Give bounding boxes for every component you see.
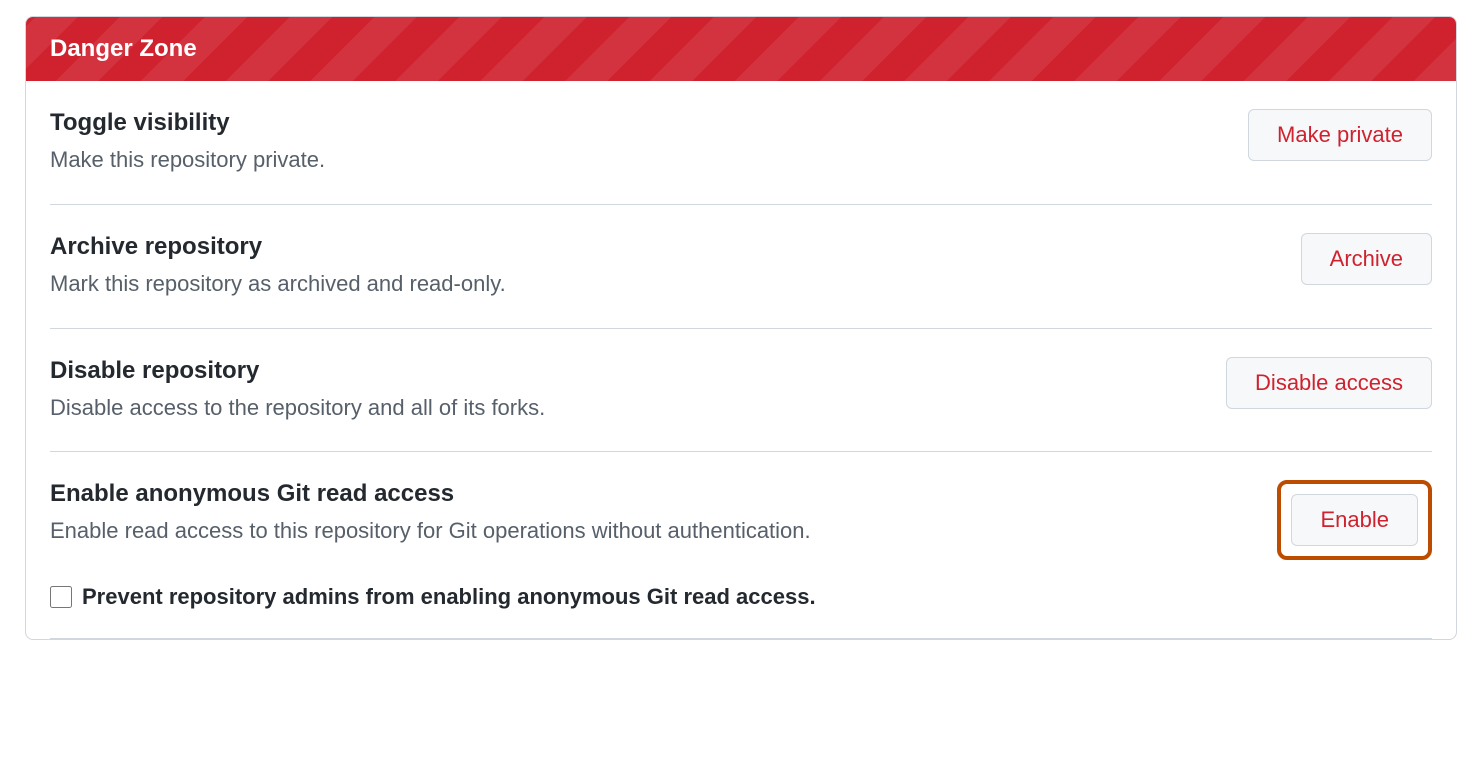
danger-item-desc: Mark this repository as archived and rea… (50, 269, 1277, 300)
danger-item-title: Enable anonymous Git read access (50, 480, 1253, 508)
danger-item-anonymous: Enable anonymous Git read access Enable … (50, 452, 1432, 639)
enable-button-highlight: Enable (1277, 480, 1432, 560)
danger-item-text: Archive repository Mark this repository … (50, 233, 1301, 300)
danger-item-title: Archive repository (50, 233, 1277, 261)
danger-item-title: Disable repository (50, 357, 1202, 385)
prevent-admins-row: Prevent repository admins from enabling … (50, 584, 1432, 610)
make-private-button[interactable]: Make private (1248, 109, 1432, 161)
danger-item-text: Toggle visibility Make this repository p… (50, 109, 1248, 176)
disable-access-button[interactable]: Disable access (1226, 357, 1432, 409)
archive-button[interactable]: Archive (1301, 233, 1432, 285)
danger-item-desc: Disable access to the repository and all… (50, 393, 1202, 424)
danger-item-archive: Archive repository Mark this repository … (50, 205, 1432, 329)
prevent-admins-checkbox[interactable] (50, 586, 72, 608)
danger-zone-panel: Danger Zone Toggle visibility Make this … (25, 16, 1457, 640)
danger-item-desc: Enable read access to this repository fo… (50, 516, 1253, 547)
danger-item-text: Enable anonymous Git read access Enable … (50, 480, 1277, 547)
enable-anonymous-button[interactable]: Enable (1291, 494, 1418, 546)
danger-zone-header: Danger Zone (26, 17, 1456, 81)
danger-item-disable: Disable repository Disable access to the… (50, 329, 1432, 453)
danger-item-desc: Make this repository private. (50, 145, 1224, 176)
danger-zone-list: Toggle visibility Make this repository p… (26, 81, 1456, 639)
danger-item-title: Toggle visibility (50, 109, 1224, 137)
prevent-admins-label[interactable]: Prevent repository admins from enabling … (82, 584, 816, 610)
danger-item-text: Disable repository Disable access to the… (50, 357, 1226, 424)
danger-item-visibility: Toggle visibility Make this repository p… (50, 81, 1432, 205)
